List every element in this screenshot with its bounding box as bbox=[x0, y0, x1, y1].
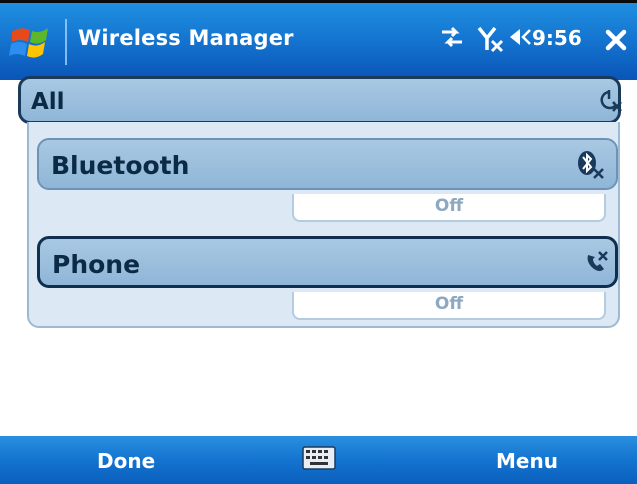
keyboard-icon[interactable] bbox=[302, 446, 336, 470]
bluetooth-off-icon bbox=[578, 151, 604, 179]
phone-label: Phone bbox=[52, 250, 141, 279]
speaker-icon[interactable] bbox=[508, 26, 532, 48]
close-icon[interactable] bbox=[602, 25, 630, 55]
all-wireless-off-icon bbox=[600, 90, 622, 112]
all-label: All bbox=[31, 89, 65, 115]
phone-status: Off bbox=[292, 292, 606, 320]
all-toggle-row[interactable]: All bbox=[18, 76, 622, 124]
done-softkey[interactable]: Done bbox=[97, 449, 155, 473]
bluetooth-label: Bluetooth bbox=[51, 151, 190, 180]
softkey-bar: Done Menu bbox=[0, 436, 637, 484]
menu-softkey[interactable]: Menu bbox=[496, 449, 558, 473]
phone-off-icon bbox=[587, 251, 608, 271]
title-bar: Wireless Manager 9:56 bbox=[0, 0, 637, 80]
clock[interactable]: 9:56 bbox=[532, 26, 582, 50]
connectivity-icon[interactable] bbox=[440, 26, 464, 48]
title-separator bbox=[65, 19, 67, 65]
windows-start-icon[interactable] bbox=[8, 22, 60, 62]
signal-off-icon[interactable] bbox=[477, 26, 505, 54]
bluetooth-status: Off bbox=[292, 194, 606, 222]
app-title: Wireless Manager bbox=[78, 26, 294, 50]
phone-row[interactable]: Phone bbox=[37, 236, 618, 288]
bluetooth-row[interactable]: Bluetooth bbox=[37, 138, 618, 190]
